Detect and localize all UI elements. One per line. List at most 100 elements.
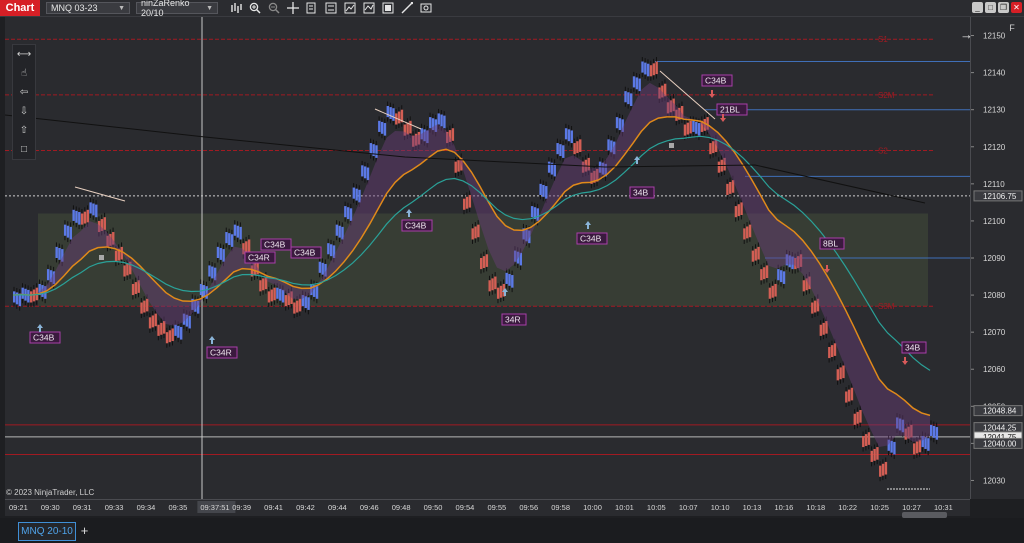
indicator-icon[interactable]	[359, 1, 378, 15]
price-tag: 12044.25	[983, 424, 1017, 433]
template-icon[interactable]	[302, 1, 321, 15]
bar-body	[819, 324, 823, 336]
magnify-plus-icon[interactable]	[245, 1, 264, 15]
add-tab-button[interactable]: +	[77, 523, 92, 538]
bar-body	[21, 287, 24, 299]
horizontal-line-icon[interactable]: ⟷	[13, 45, 35, 64]
bar-body	[151, 315, 155, 328]
bar-body	[378, 120, 381, 132]
instrument-value: MNQ 03-23	[51, 3, 98, 13]
bar-body	[454, 161, 457, 173]
bar-body	[267, 291, 271, 303]
snapshot-icon[interactable]	[416, 1, 435, 15]
bar-body	[579, 139, 582, 152]
bar-body	[327, 243, 330, 255]
price-chart[interactable]: S1 S2M S2 S3M C34B C34R C34B C34R C34B C34B 34R C34…	[4, 17, 970, 499]
x-tick-label: 10:16	[775, 503, 794, 512]
signal-label: C34B	[294, 248, 316, 258]
chevron-down-icon: ▼	[206, 4, 213, 12]
bar-body	[273, 287, 276, 301]
bar-body	[352, 187, 356, 199]
close-icon[interactable]: ✕	[1011, 2, 1022, 13]
x-tick-label: 10:10	[711, 503, 730, 512]
bar-body	[148, 317, 152, 329]
arrow-down-icon[interactable]: ⇩	[13, 102, 35, 121]
bar-body	[570, 130, 573, 144]
bar-body	[279, 288, 282, 301]
x-tick-label: 09:50	[424, 503, 443, 512]
magnify-minus-icon[interactable]	[264, 1, 283, 15]
arrow-up-icon[interactable]: ⇧	[13, 121, 35, 140]
square-icon[interactable]: □	[13, 140, 35, 159]
time-axis[interactable]: 09:21 09:30 09:31 09:33 09:34 09:35 09:37:51 09…	[5, 499, 970, 516]
bar-body	[95, 204, 98, 218]
bar-body	[884, 461, 888, 475]
bottom-tab-bar: MNQ 20-10 +	[0, 518, 1024, 543]
bar-body	[468, 194, 472, 208]
pointer-icon[interactable]: ☝	[13, 64, 35, 83]
bar-body	[530, 206, 534, 218]
bar-body	[366, 167, 370, 181]
bars-type-icon[interactable]	[226, 1, 245, 15]
drawing-icon[interactable]	[397, 1, 416, 15]
arrow-left-icon[interactable]: ⇦	[13, 83, 35, 102]
signal-label: C34B	[264, 240, 286, 250]
chart-tab[interactable]: Chart	[0, 0, 40, 16]
bar-body	[406, 122, 409, 135]
bar-body	[86, 209, 89, 223]
bar-body	[276, 287, 279, 299]
x-tick-label: 09:46	[360, 503, 379, 512]
maximize-icon[interactable]: □	[985, 2, 996, 13]
x-tick-label: 10:22	[838, 503, 857, 512]
bar-body	[624, 91, 627, 103]
bar-body	[72, 209, 75, 221]
x-tick-label: 10:31	[934, 503, 953, 512]
price-axis[interactable]: 12150 12140 12130 12120 12110 12100 12090 12080…	[970, 17, 1024, 499]
bar-body	[92, 203, 95, 216]
chart-plot-area[interactable]: S1 S2M S2 S3M C34B C34R C34B C34R C34B C34B 34R C34…	[4, 17, 970, 499]
bar-body	[349, 208, 353, 221]
bar-body	[355, 188, 358, 201]
bar-body	[695, 121, 698, 134]
instrument-selector[interactable]: MNQ 03-23 ▼	[46, 2, 130, 14]
bar-body	[646, 63, 650, 77]
bar-body	[477, 224, 480, 238]
tab-mnq-20-10[interactable]: MNQ 20-10	[18, 522, 76, 541]
bar-body	[893, 441, 896, 455]
bar-body	[397, 111, 401, 124]
price-tag: 12040.00	[983, 439, 1017, 448]
bar-body	[689, 120, 692, 134]
bar-body	[245, 241, 248, 254]
y-tick-label: 12030	[983, 476, 1006, 485]
f-button[interactable]: F	[1005, 22, 1019, 34]
bar-body	[188, 315, 191, 329]
bar-body	[505, 272, 508, 284]
bar-body	[655, 61, 658, 75]
bar-body	[174, 324, 177, 336]
bar-body	[293, 302, 296, 314]
bar-body	[479, 258, 483, 270]
bar-body	[230, 234, 234, 247]
bar-body	[380, 121, 384, 134]
bar-body	[726, 183, 729, 195]
arrow-right-icon[interactable]: →	[960, 27, 973, 42]
bar-body	[729, 181, 732, 194]
y-tick-label: 12060	[983, 365, 1006, 374]
bar-body	[618, 118, 622, 131]
restore-icon[interactable]: ❐	[998, 2, 1009, 13]
minimize-icon[interactable]: _	[972, 2, 983, 13]
strategy-icon[interactable]	[340, 1, 359, 15]
bar-body	[392, 108, 395, 121]
x-tick-label: 09:54	[456, 503, 475, 512]
bar-body	[499, 285, 503, 298]
period-selector[interactable]: ninZaRenko 20/10 ▼	[136, 0, 218, 18]
crosshair-icon[interactable]	[283, 1, 302, 15]
bar-body	[216, 246, 220, 258]
buy-arrow-icon	[37, 324, 43, 332]
level-label: S2	[878, 146, 888, 155]
bar-body	[369, 143, 373, 155]
bar-body	[18, 293, 22, 307]
data-box-icon[interactable]	[378, 1, 397, 15]
bar-body	[69, 226, 73, 240]
properties-icon[interactable]	[321, 1, 340, 15]
